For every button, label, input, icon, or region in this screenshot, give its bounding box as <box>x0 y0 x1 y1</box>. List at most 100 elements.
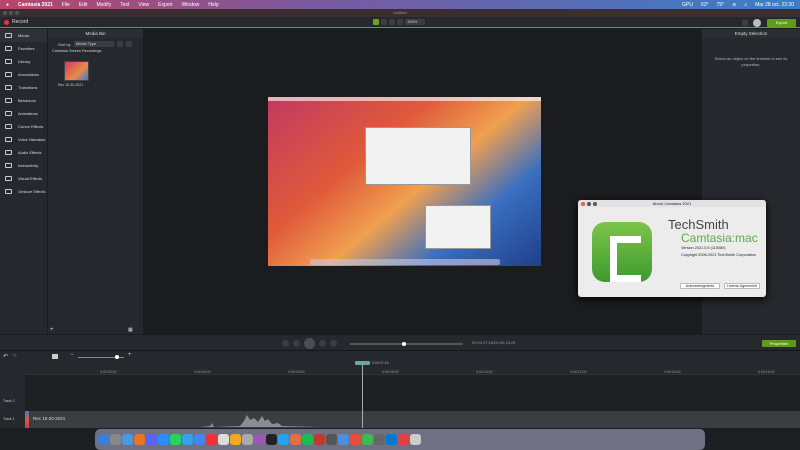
menu-file[interactable]: File <box>62 2 70 8</box>
dock-app-icon[interactable] <box>338 434 349 445</box>
menu-export[interactable]: Export <box>158 2 172 8</box>
playhead-line[interactable] <box>362 362 363 428</box>
dock-app-icon[interactable] <box>182 434 193 445</box>
menu-edit[interactable]: Edit <box>79 2 88 8</box>
snapshot-icon[interactable] <box>52 354 58 359</box>
dock-app-icon[interactable] <box>206 434 217 445</box>
play-icon[interactable] <box>304 338 315 349</box>
menu-text[interactable]: Text <box>120 2 129 8</box>
crop-tool-icon[interactable] <box>389 19 395 25</box>
rail-item-audio-effects[interactable]: Audio Effects <box>0 146 47 159</box>
dock-app-icon[interactable] <box>302 434 313 445</box>
rail-item-voice-narration[interactable]: Voice Narration <box>0 133 47 146</box>
prev-icon[interactable] <box>319 340 326 347</box>
rail-item-visual-effects[interactable]: Visual Effects <box>0 172 47 185</box>
undo-icon[interactable]: ↶ <box>3 353 8 360</box>
ruler-tick: 0:00:06;00 <box>288 370 305 374</box>
dock-app-icon[interactable] <box>194 434 205 445</box>
dock-app-icon[interactable] <box>278 434 289 445</box>
license-button[interactable]: License Agreement <box>724 283 760 289</box>
help-icon[interactable] <box>742 20 748 26</box>
rail-item-behaviors[interactable]: Behaviors <box>0 94 47 107</box>
dock-app-icon[interactable] <box>242 434 253 445</box>
dialog-controls[interactable] <box>581 202 597 206</box>
rail-item-transitions[interactable]: Transitions <box>0 81 47 94</box>
sort-order-icon[interactable] <box>116 41 123 47</box>
wifi-icon[interactable]: ≋ <box>732 2 736 8</box>
close-icon[interactable] <box>3 11 7 15</box>
dock-app-icon[interactable] <box>266 434 277 445</box>
close-icon[interactable] <box>581 202 585 206</box>
rail-item-interactivity[interactable]: Interactivity <box>0 159 47 172</box>
dock-app-icon[interactable] <box>146 434 157 445</box>
dock-app-icon[interactable] <box>218 434 229 445</box>
rail-item-annotations[interactable]: Annotations <box>0 68 47 81</box>
properties-button[interactable]: Properties <box>762 340 796 347</box>
menu-help[interactable]: Help <box>208 2 218 8</box>
rail-item-favorites[interactable]: Favorites <box>0 42 47 55</box>
dock-app-icon[interactable] <box>374 434 385 445</box>
zoom-out-icon[interactable]: − <box>70 352 74 358</box>
rail-item-animations[interactable]: Animations <box>0 107 47 120</box>
track-1-clip[interactable] <box>25 411 800 428</box>
window-controls[interactable] <box>3 11 19 15</box>
scrubber[interactable] <box>350 342 463 346</box>
dock-app-icon[interactable] <box>170 434 181 445</box>
next-icon[interactable] <box>330 340 337 347</box>
dock-app-icon[interactable] <box>362 434 373 445</box>
dock-app-icon[interactable] <box>254 434 265 445</box>
dock-app-icon[interactable] <box>98 434 109 445</box>
record-button[interactable]: Record <box>4 19 28 25</box>
timeline-ruler[interactable]: 0:00:02;00 0:00:04;00 0:00:06;00 0:00:08;00… <box>25 362 800 375</box>
gpu-label[interactable]: GPU <box>682 2 693 8</box>
playhead-handle[interactable] <box>355 361 370 365</box>
search-icon[interactable]: ⌕ <box>744 2 747 8</box>
dock-app-icon[interactable] <box>110 434 121 445</box>
menu-window[interactable]: Window <box>182 2 200 8</box>
dock-app-icon[interactable] <box>134 434 145 445</box>
zoom-in-icon[interactable]: + <box>128 352 132 358</box>
dock-app-icon[interactable] <box>386 434 397 445</box>
menu-app[interactable]: Camtasia 2021 <box>18 2 53 8</box>
hand-tool-icon[interactable] <box>381 19 387 25</box>
temp-2: 79° <box>716 1 725 8</box>
step-back-icon[interactable] <box>282 340 289 347</box>
menu-view[interactable]: View <box>138 2 149 8</box>
sort-select[interactable]: Media Type <box>73 41 114 47</box>
rail-item-media[interactable]: Media <box>0 29 47 42</box>
step-forward-icon[interactable] <box>293 340 300 347</box>
timeline-zoom-slider[interactable] <box>78 355 124 359</box>
add-media-icon[interactable]: + <box>50 327 54 333</box>
fit-icon[interactable] <box>397 19 403 25</box>
rail-item-library[interactable]: Library <box>0 55 47 68</box>
zoom-select[interactable]: 100% <box>405 19 425 25</box>
rail-item-cursor-effects[interactable]: Cursor Effects <box>0 120 47 133</box>
dock-app-icon[interactable] <box>410 434 421 445</box>
scrubber-knob[interactable] <box>402 342 407 346</box>
dock-app-icon[interactable] <box>398 434 409 445</box>
rail-item-gesture-effects[interactable]: Gesture Effects <box>0 185 47 198</box>
dock-app-icon[interactable] <box>326 434 337 445</box>
minimize-icon[interactable] <box>9 11 13 15</box>
menu-modify[interactable]: Modify <box>96 2 111 8</box>
dock-app-icon[interactable] <box>290 434 301 445</box>
redo-icon[interactable]: ↷ <box>12 353 17 360</box>
grid-view-icon[interactable]: ▦ <box>128 327 133 333</box>
view-mode-icon[interactable] <box>125 41 132 47</box>
dock-app-icon[interactable] <box>122 434 133 445</box>
export-button[interactable]: Export <box>767 19 796 27</box>
dock-app-icon[interactable] <box>350 434 361 445</box>
dock-app-icon[interactable] <box>158 434 169 445</box>
zoom-knob[interactable] <box>115 355 119 359</box>
rail-item-label: Gesture Effects <box>18 189 46 194</box>
dock-app-icon[interactable] <box>230 434 241 445</box>
apple-icon[interactable]: ● <box>6 2 9 8</box>
group-header[interactable]: Camtasia Screen Recordings <box>48 47 143 53</box>
media-thumbnail[interactable] <box>64 61 89 81</box>
avatar[interactable] <box>753 19 761 27</box>
acknowledgments-button[interactable]: Acknowledgments <box>680 283 720 289</box>
zoom-icon[interactable] <box>15 11 19 15</box>
clock[interactable]: Mar 28 oct. 22:30 <box>755 2 794 8</box>
dock-app-icon[interactable] <box>314 434 325 445</box>
arrow-tool-icon[interactable] <box>373 19 379 25</box>
